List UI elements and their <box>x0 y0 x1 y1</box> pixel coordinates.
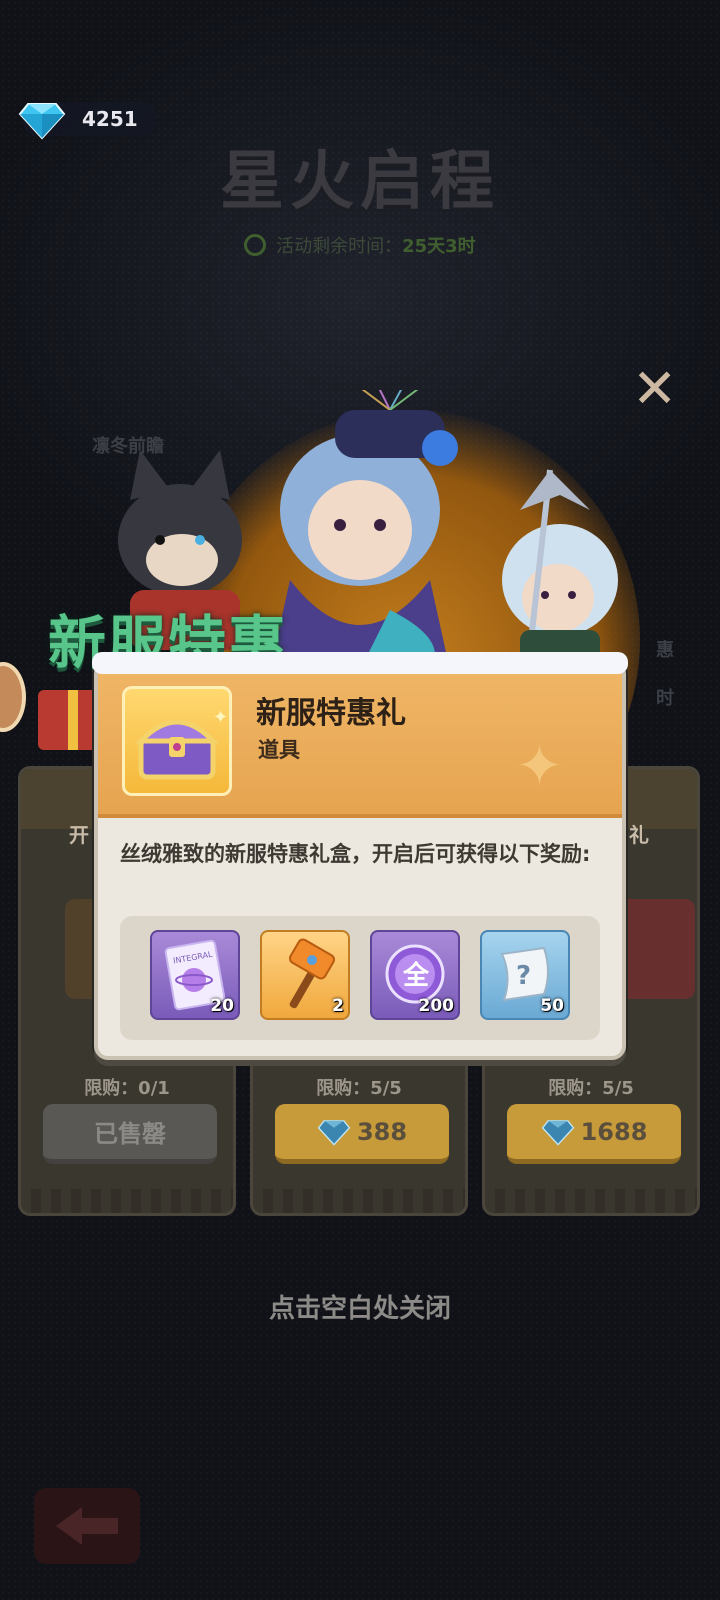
reward-qty: 50 <box>540 996 564 1016</box>
event-timer-label: 活动剩余时间： <box>276 236 403 257</box>
popup-header: ✦ 新服特惠礼 道具 ✦ <box>98 664 622 818</box>
buy-button-388[interactable]: 388 <box>275 1104 449 1164</box>
right-tag-2: 时 <box>656 688 674 709</box>
item-description: 丝绒雅致的新服特惠礼盒，开启后可获得以下奖励: <box>120 842 591 866</box>
diamond-icon <box>541 1119 574 1146</box>
buy-button-1688[interactable]: 1688 <box>507 1104 681 1164</box>
clock-icon <box>244 234 267 256</box>
back-arrow-icon <box>56 1507 118 1545</box>
event-timer-value: 25天3时 <box>402 236 476 257</box>
reward-item[interactable]: 2 <box>260 930 350 1020</box>
diamond-icon <box>317 1119 351 1146</box>
card-bottom-edge <box>21 1189 233 1213</box>
reward-item[interactable]: ? 50 <box>480 930 570 1020</box>
svg-text:✦: ✦ <box>213 707 228 728</box>
event-title: 星火启程 <box>220 145 500 219</box>
reward-item[interactable]: 全 200 <box>370 930 460 1020</box>
card-bottom-edge <box>253 1189 465 1213</box>
reward-qty: 20 <box>210 996 234 1016</box>
item-detail-popup: ✦ 新服特惠礼 道具 ✦ 丝绒雅致的新服特惠礼盒，开启后可获得以下奖励: INT… <box>94 660 626 1060</box>
reward-list: INTEGRAL 20 2 全 200 ? 50 <box>120 916 600 1040</box>
popup-snow-edge <box>92 652 628 674</box>
price-label: 388 <box>356 1117 408 1146</box>
reward-qty: 200 <box>418 996 455 1016</box>
scroll-text: ? <box>516 961 531 991</box>
sold-out-label: 已售罄 <box>94 1120 166 1148</box>
back-button[interactable] <box>34 1488 140 1564</box>
sold-out-button[interactable]: 已售罄 <box>43 1104 217 1164</box>
price-label: 1688 <box>580 1117 648 1146</box>
gem-count: 4251 <box>82 107 138 131</box>
item-title: 新服特惠礼 <box>256 696 406 731</box>
purchase-limit: 限购：5/5 <box>548 1078 634 1099</box>
reward-item[interactable]: INTEGRAL 20 <box>150 930 240 1020</box>
item-icon-frame: ✦ <box>122 686 232 796</box>
right-tag-1: 惠 <box>656 640 674 661</box>
card-bottom-edge <box>485 1189 697 1213</box>
purchase-limit: 限购：0/1 <box>84 1078 170 1099</box>
tap-to-close-hint[interactable]: 点击空白处关闭 <box>0 1288 720 1325</box>
item-type: 道具 <box>258 738 300 762</box>
orb-text: 全 <box>402 960 430 991</box>
sparkle-icon: ✦ <box>516 734 563 799</box>
treasure-chest-icon: ✦ <box>135 707 228 780</box>
left-tag: 凛冬前瞻 <box>92 436 164 457</box>
event-timer: 活动剩余时间：25天3时 <box>0 232 720 258</box>
reward-qty: 2 <box>332 996 344 1016</box>
purchase-limit: 限购：5/5 <box>316 1078 402 1099</box>
